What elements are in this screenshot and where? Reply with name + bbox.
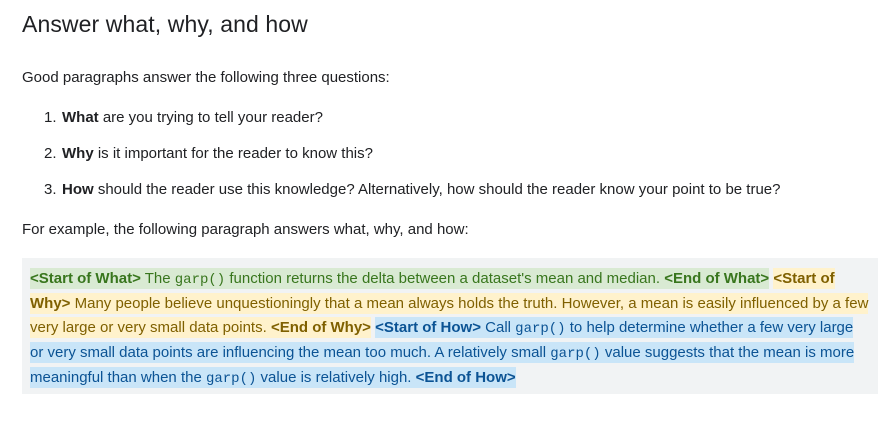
list-item: 2. Why is it important for the reader to… (22, 144, 781, 164)
example-box: <Start of What> The garp() function retu… (22, 258, 878, 394)
list-number: 3. (44, 181, 57, 198)
what-text: function returns the delta between a dat… (225, 270, 665, 287)
what-start-tag: <Start of What> (30, 270, 141, 287)
how-code: garp() (515, 321, 566, 337)
what-section: <Start of What> The garp() function retu… (30, 268, 770, 289)
question-keyword: What (62, 109, 99, 126)
question-keyword: Why (62, 145, 94, 162)
what-text: The (140, 270, 175, 287)
what-end-tag: <End of What> (664, 270, 770, 287)
how-start-tag: <Start of How> (375, 319, 481, 336)
how-code: garp() (205, 371, 257, 387)
how-end-tag: <End of How> (415, 369, 516, 386)
questions-list: 1. What are you trying to tell your read… (22, 108, 781, 216)
how-text: Call (480, 319, 516, 336)
section-heading: Answer what, why, and how (22, 11, 308, 37)
question-text: is it important for the reader to know t… (93, 145, 373, 162)
question-text: are you trying to tell your reader? (98, 109, 323, 126)
how-text: value is relatively high. (256, 369, 416, 386)
example-paragraph: <Start of What> The garp() function retu… (30, 267, 870, 391)
what-code: garp() (174, 272, 226, 288)
list-item: 1. What are you trying to tell your read… (22, 108, 781, 128)
question-text: should the reader use this knowledge? Al… (93, 181, 781, 198)
list-number: 1. (44, 109, 57, 126)
example-intro: For example, the following paragraph ans… (22, 221, 469, 238)
list-number: 2. (44, 145, 57, 162)
intro-paragraph: Good paragraphs answer the following thr… (22, 69, 390, 86)
question-keyword: How (62, 181, 94, 198)
list-item: 3. How should the reader use this knowle… (22, 180, 781, 200)
why-end-tag: <End of Why> (270, 319, 371, 336)
how-code: garp() (550, 346, 601, 362)
